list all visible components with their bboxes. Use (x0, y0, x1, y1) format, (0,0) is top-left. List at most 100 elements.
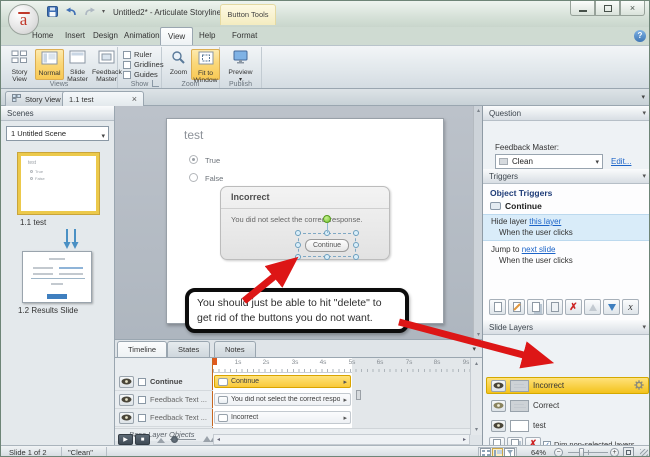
save-icon[interactable] (45, 5, 59, 18)
scroll-up-icon[interactable]: ▴ (475, 107, 482, 114)
timeline-object-row[interactable]: Continue (115, 373, 213, 391)
maximize-button[interactable] (595, 1, 620, 16)
stop-button[interactable]: ■ (135, 434, 150, 445)
tab-view[interactable]: View (160, 27, 193, 45)
show-dialog-launcher-icon[interactable] (152, 80, 159, 87)
zoom-slider-thumb[interactable] (579, 448, 584, 457)
feedback-master-dropdown[interactable]: Clean ▾ (495, 154, 603, 169)
fit-to-window-button[interactable]: Fit to Window (191, 49, 220, 80)
copy-trigger-button[interactable] (527, 299, 544, 315)
trigger-object-continue[interactable]: Continue (490, 201, 542, 211)
selection-handle[interactable] (353, 242, 359, 248)
radio-false[interactable] (189, 173, 198, 182)
edit-trigger-button[interactable] (508, 299, 525, 315)
tab-slide-1-1-test[interactable]: 1.1 test × (62, 91, 144, 106)
trigger-jump-to[interactable]: Jump to next slide When the user clicks (483, 243, 650, 270)
selection-handle[interactable] (353, 254, 359, 260)
tab-states[interactable]: States (167, 341, 210, 357)
layer-row-correct[interactable]: Correct (486, 397, 649, 414)
close-tab-icon[interactable]: × (132, 95, 137, 104)
selection-handle[interactable] (324, 254, 330, 260)
collapse-icon[interactable]: ▾ (642, 320, 646, 335)
scroll-left-icon[interactable]: ◂ (217, 436, 220, 444)
question-header[interactable]: Question ▾ (483, 106, 650, 121)
feedback-master-button[interactable]: Feedback Master (92, 49, 121, 80)
edit-master-link[interactable]: Edit... (611, 157, 631, 166)
zoom-in-button[interactable]: + (610, 448, 619, 457)
tab-story-view[interactable]: Story View (5, 91, 68, 106)
story-view-icon[interactable] (480, 448, 491, 457)
timeline-zoom-out-icon[interactable] (157, 438, 165, 443)
object-checkbox[interactable] (138, 396, 146, 404)
tab-timeline[interactable]: Timeline (117, 341, 167, 357)
stage-vertical-scrollbar[interactable]: ▴ ▾ (473, 106, 482, 339)
preview-view-icon[interactable] (504, 448, 515, 457)
timeline-vertical-scrollbar[interactable]: ▴ ▾ (470, 358, 482, 435)
eye-icon[interactable] (491, 420, 506, 432)
timeline-end-marker[interactable] (356, 390, 361, 400)
redo-icon[interactable] (83, 5, 97, 18)
story-view-button[interactable]: Story View (5, 49, 34, 80)
articulate-logo-icon[interactable]: a (8, 4, 39, 35)
paste-trigger-button[interactable] (546, 299, 563, 315)
timeline-bar-continue[interactable]: Continue ▸ (214, 375, 351, 388)
new-trigger-button[interactable] (489, 299, 506, 315)
manage-variables-button[interactable]: x (622, 299, 639, 315)
selection-handle[interactable] (295, 242, 301, 248)
rotation-handle[interactable] (323, 215, 331, 223)
scroll-right-icon[interactable]: ▸ (463, 436, 466, 444)
object-checkbox[interactable] (138, 378, 146, 386)
tab-notes[interactable]: Notes (214, 341, 256, 357)
minimize-button[interactable] (570, 1, 595, 16)
resize-grip[interactable] (640, 449, 648, 457)
selection-handle[interactable] (295, 254, 301, 260)
zoom-out-button[interactable]: − (554, 448, 563, 457)
play-button[interactable]: ▶ (118, 434, 133, 445)
slide-title[interactable]: test (184, 128, 203, 142)
eye-icon[interactable] (119, 412, 134, 424)
timeline-horizontal-scrollbar[interactable]: ◂ ▸ (213, 434, 470, 445)
tab-help[interactable]: Help (192, 27, 222, 45)
eye-icon[interactable] (119, 376, 134, 388)
layer-row-test[interactable]: test (486, 417, 649, 434)
scene-selector[interactable]: 1 Untitled Scene ▾ (6, 126, 109, 141)
timeline-collapse-icon[interactable]: ▾ (472, 345, 476, 353)
tab-list-dropdown-icon[interactable]: ▾ (641, 93, 645, 101)
triggers-header[interactable]: Triggers ▾ (483, 169, 650, 184)
timeline-bar-incorrect[interactable]: Incorrect ▸ (214, 411, 351, 424)
help-icon[interactable]: ? (634, 30, 646, 42)
timeline-bar-feedback-text[interactable]: You did not select the correct respon...… (214, 393, 351, 406)
slide-master-button[interactable]: Slide Master (63, 49, 92, 80)
normal-view-icon[interactable] (492, 448, 503, 457)
fit-slide-button[interactable] (623, 447, 634, 457)
this-layer-link[interactable]: this layer (529, 217, 561, 226)
move-trigger-down-button[interactable] (603, 299, 620, 315)
undo-icon[interactable] (64, 5, 78, 18)
eye-icon[interactable] (491, 400, 506, 412)
eye-icon[interactable] (119, 394, 134, 406)
playhead[interactable] (213, 358, 217, 365)
timeline-object-row[interactable]: Feedback Text ... (115, 391, 213, 409)
slide-thumbnail-1-2[interactable] (22, 251, 92, 303)
ruler-checkbox[interactable]: Ruler (123, 50, 152, 59)
tab-format[interactable]: Format (225, 27, 264, 45)
gridlines-checkbox[interactable]: Gridlines (123, 60, 164, 69)
move-trigger-up-button[interactable] (584, 299, 601, 315)
timeline-object-row[interactable]: Feedback Text ... (115, 409, 213, 427)
object-checkbox[interactable] (138, 414, 146, 422)
collapse-icon[interactable]: ▾ (642, 169, 646, 184)
selection-handle[interactable] (353, 230, 359, 236)
trigger-hide-layer[interactable]: Hide layer this layer When the user clic… (483, 214, 650, 241)
preview-button[interactable]: Preview ▾ (226, 49, 255, 80)
scroll-down-icon[interactable]: ▾ (475, 331, 482, 338)
layer-row-incorrect[interactable]: Incorrect (486, 377, 649, 394)
radio-true[interactable] (189, 155, 198, 164)
selection-handle[interactable] (295, 230, 301, 236)
timeline-zoom-knob[interactable] (171, 436, 178, 443)
normal-view-button[interactable]: Normal (35, 49, 64, 80)
gear-icon[interactable] (634, 377, 644, 395)
guides-checkbox[interactable]: Guides (123, 70, 158, 79)
eye-icon[interactable] (491, 380, 506, 392)
delete-trigger-button[interactable]: ✗ (565, 299, 582, 315)
slide-thumbnail-1-1[interactable]: test True False (18, 153, 99, 214)
